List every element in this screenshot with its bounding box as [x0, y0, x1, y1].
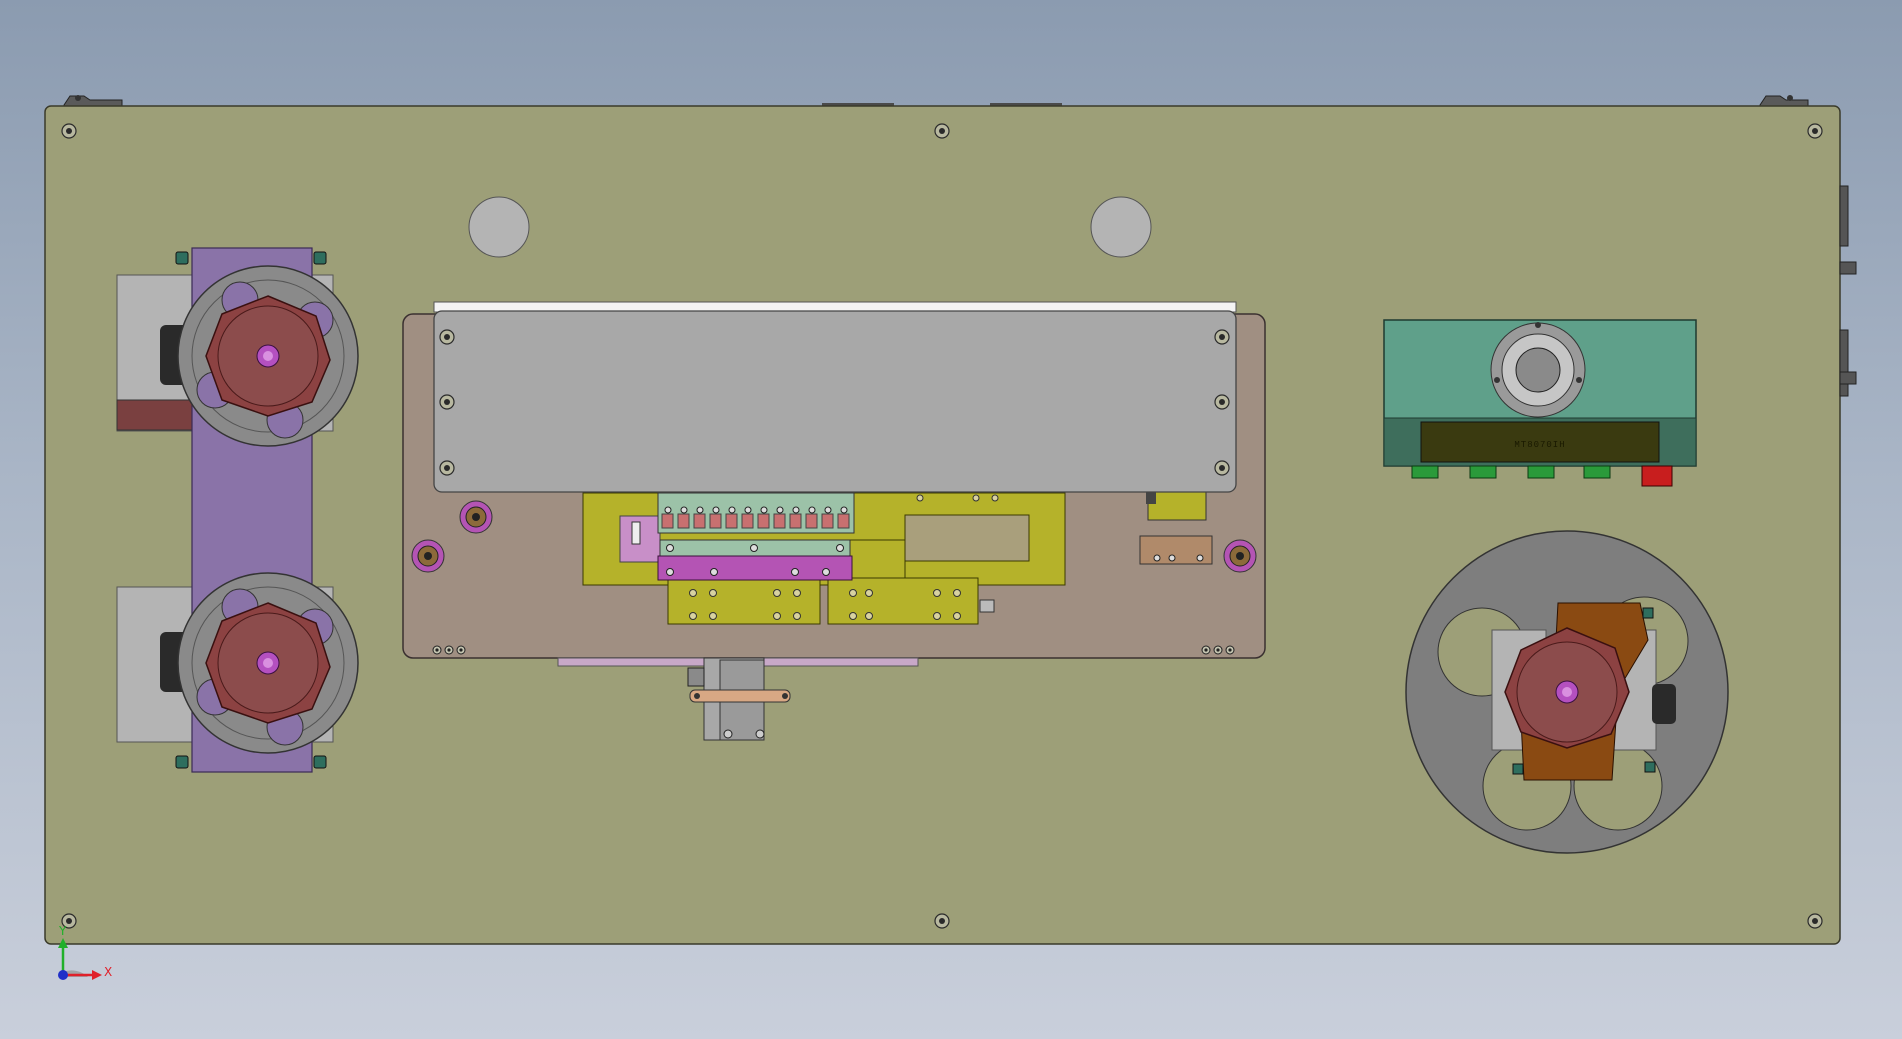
screw-icon	[1214, 394, 1230, 410]
screw-icon	[934, 913, 950, 929]
right-reel-assembly[interactable]	[1405, 530, 1729, 854]
screw-icon	[61, 123, 77, 139]
top-cover[interactable]	[433, 310, 1237, 493]
hinge-right	[1759, 95, 1809, 107]
model-label: MT8070IH	[1514, 440, 1565, 450]
screw-icon	[934, 123, 950, 139]
screw-icon	[1213, 645, 1223, 655]
power-connector	[1641, 465, 1673, 487]
mounting-hole	[468, 196, 530, 258]
cad-viewport[interactable]: MT8070IH X Y	[0, 0, 1902, 1039]
screw-icon	[1225, 645, 1235, 655]
upper-reel[interactable]	[177, 265, 359, 447]
screw-icon	[1807, 123, 1823, 139]
assembly-model[interactable]: MT8070IH X Y	[0, 0, 1902, 1039]
screw-icon	[439, 329, 455, 345]
hinge-left	[63, 95, 123, 107]
y-axis-label: Y	[58, 924, 67, 938]
screw-icon	[439, 460, 455, 476]
screw-icon	[1214, 460, 1230, 476]
screw-icon	[456, 645, 466, 655]
x-axis-label: X	[104, 965, 112, 979]
screw-icon	[1807, 913, 1823, 929]
side-connectors	[1839, 185, 1857, 397]
screw-icon	[439, 394, 455, 410]
magenta-clamp[interactable]	[657, 555, 853, 581]
locating-pin	[411, 539, 445, 573]
screw-icon	[1201, 645, 1211, 655]
lower-reel[interactable]	[177, 572, 359, 754]
screw-icon	[444, 645, 454, 655]
locating-pin	[459, 500, 493, 534]
screw-icon	[432, 645, 442, 655]
locating-pin	[1223, 539, 1257, 573]
screw-icon	[1214, 329, 1230, 345]
e-stop-button[interactable]	[1490, 322, 1586, 418]
mounting-hole	[1090, 196, 1152, 258]
hmi-controller[interactable]: MT8070IH	[1383, 319, 1697, 487]
